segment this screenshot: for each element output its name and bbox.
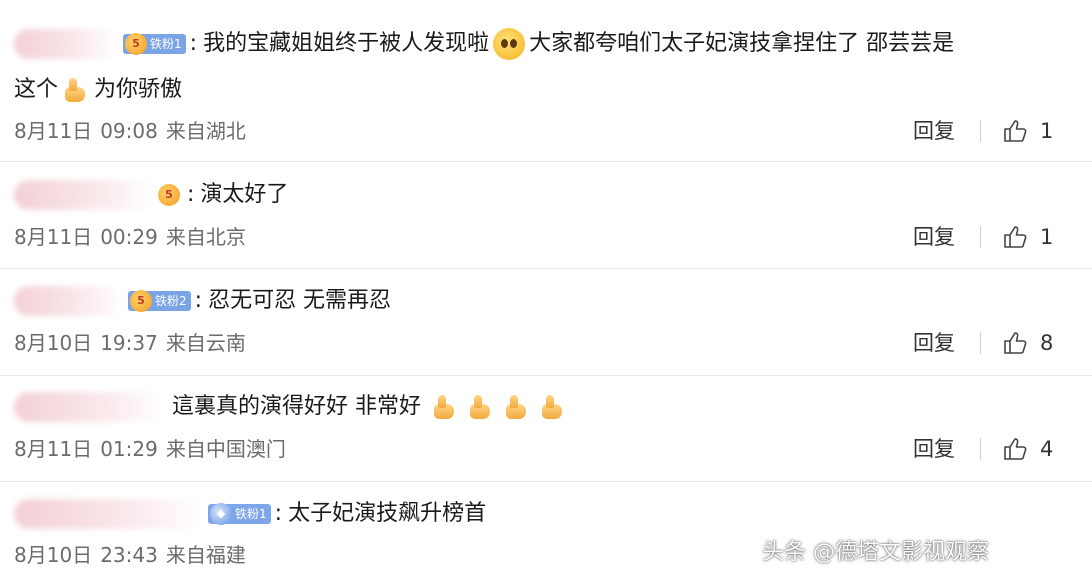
username-blurred[interactable]	[14, 499, 204, 529]
divider	[0, 268, 1092, 269]
divider	[980, 332, 981, 354]
comment-time: 19:37	[100, 331, 158, 355]
comment-time: 23:43	[100, 543, 158, 567]
fan-level-icon: 5	[125, 33, 147, 55]
comment-location: 来自湖北	[165, 119, 246, 143]
comment-2-line-1: 5 : 演太好了	[14, 180, 288, 210]
comment-text: 太子妃演技飙升榜首	[288, 501, 487, 526]
comment-1-line-2: 这个 为你骄傲	[14, 75, 182, 105]
comment-text: 忍无可忍 无需再忍	[208, 288, 392, 313]
like-count: 4	[1040, 437, 1054, 461]
divider	[0, 481, 1092, 482]
diamond-icon: ◆	[210, 503, 232, 525]
thumb-up-outline-icon[interactable]	[1002, 224, 1028, 250]
fan-badge: 5 铁粉2	[128, 290, 191, 312]
fan-badge: 5 铁粉1	[123, 33, 186, 55]
comment-date: 8月11日	[14, 119, 93, 143]
comment-time: 01:29	[100, 437, 158, 461]
comment-1-line-1: 5 铁粉1 : 我的宝藏姐姐终于被人发现啦 大家都夸咱们太子妃演技拿捏住了 邵芸芸…	[14, 28, 954, 60]
comment-date: 8月10日	[14, 331, 93, 355]
thumbs-up-emoji-icon	[467, 393, 495, 421]
comment-4-meta: 8月11日 01:29 来自中国澳门	[14, 435, 286, 463]
comment-time: 00:29	[100, 225, 158, 249]
reply-button[interactable]: 回复	[913, 117, 955, 145]
username-blurred[interactable]	[14, 392, 164, 422]
like-count: 1	[1040, 225, 1054, 249]
divider	[980, 438, 981, 460]
comment-4-line-1: 這裏真的演得好好 非常好	[14, 392, 571, 422]
like-count: 8	[1040, 331, 1054, 355]
comment-location: 来自北京	[165, 225, 246, 249]
fan-badge: 5	[158, 184, 183, 206]
watermark: 头条 @德塔文影视观察	[762, 540, 989, 565]
thumb-up-outline-icon[interactable]	[1002, 436, 1028, 462]
comment-text: 为你骄傲	[94, 77, 183, 102]
thumb-up-outline-icon[interactable]	[1002, 330, 1028, 356]
comment-text: 演太好了	[200, 182, 289, 207]
reply-button[interactable]: 回复	[913, 329, 955, 357]
fan-level-icon: 5	[130, 290, 152, 312]
fan-level-icon: 5	[158, 184, 180, 206]
thumbs-up-emoji-icon	[62, 76, 90, 104]
comment-3-meta: 8月10日 19:37 来自云南	[14, 329, 246, 357]
divider	[980, 120, 981, 142]
like-count: 1	[1040, 119, 1054, 143]
thumbs-up-emoji-icon	[431, 393, 459, 421]
comment-text: 大家都夸咱们太子妃演技拿捏住了 邵芸芸是	[529, 31, 955, 56]
comment-5-meta: 8月10日 23:43 来自福建	[14, 541, 246, 569]
comment-location: 来自中国澳门	[165, 437, 286, 461]
divider	[0, 375, 1092, 376]
reply-button[interactable]: 回复	[913, 223, 955, 251]
username-blurred[interactable]	[14, 286, 124, 316]
username-blurred[interactable]	[14, 29, 119, 59]
username-blurred[interactable]	[14, 180, 154, 210]
thumbs-up-emoji-icon	[503, 393, 531, 421]
comment-date: 8月11日	[14, 225, 93, 249]
comment-location: 来自云南	[165, 331, 246, 355]
divider	[980, 226, 981, 248]
comment-3-line-1: 5 铁粉2 : 忍无可忍 无需再忍	[14, 286, 391, 316]
comment-5-line-1: ◆ 铁粉1 : 太子妃演技飙升榜首	[14, 499, 486, 529]
comment-date: 8月11日	[14, 437, 93, 461]
comment-time: 09:08	[100, 119, 158, 143]
thumb-up-outline-icon[interactable]	[1002, 118, 1028, 144]
comment-text: 我的宝藏姐姐终于被人发现啦	[203, 31, 490, 56]
comment-text: 這裏真的演得好好 非常好	[172, 394, 421, 419]
comment-location: 来自福建	[165, 543, 246, 567]
pleading-face-emoji-icon	[493, 28, 526, 60]
comment-1-meta: 8月11日 09:08 来自湖北	[14, 117, 246, 145]
thumbs-up-emoji-icon	[539, 393, 567, 421]
comment-2-meta: 8月11日 00:29 来自北京	[14, 223, 246, 251]
comment-text: 这个	[14, 77, 59, 102]
reply-button[interactable]: 回复	[913, 435, 955, 463]
comment-date: 8月10日	[14, 543, 93, 567]
divider	[0, 161, 1092, 162]
fan-badge: ◆ 铁粉1	[208, 503, 271, 525]
